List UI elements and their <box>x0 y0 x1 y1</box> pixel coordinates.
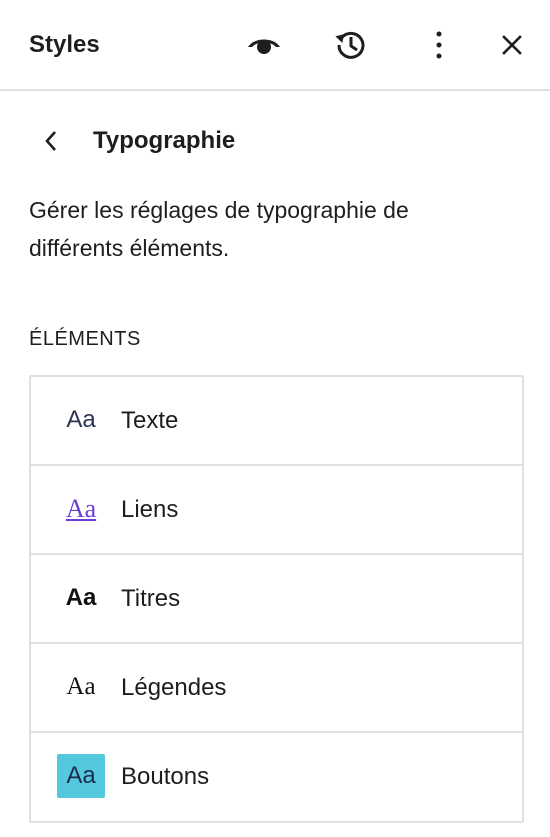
elements-list: Aa Texte Aa Liens Aa Titres Aa Légendes … <box>29 375 524 823</box>
back-button[interactable] <box>29 118 73 164</box>
typography-preview: Aa <box>65 584 97 611</box>
close-icon <box>502 35 522 55</box>
elements-heading: Éléments <box>29 328 141 350</box>
history-icon <box>335 31 365 59</box>
more-options-button[interactable] <box>419 25 459 65</box>
navigator-header: Typographie <box>29 118 529 164</box>
panel-title: Styles <box>29 31 100 58</box>
element-label: Liens <box>121 496 179 523</box>
close-button[interactable] <box>492 25 532 65</box>
element-label: Légendes <box>121 674 227 701</box>
screen-description: Gérer les réglages de typographie de dif… <box>29 197 409 261</box>
typography-preview: Aa <box>66 673 96 700</box>
element-item-captions[interactable]: Aa Légendes <box>31 644 522 733</box>
element-label: Titres <box>121 585 181 612</box>
more-vertical-icon <box>436 31 442 59</box>
typography-preview: Aa <box>57 754 105 798</box>
typography-preview: Aa <box>65 494 97 523</box>
eye-icon <box>248 39 280 54</box>
element-item-links[interactable]: Aa Liens <box>31 466 522 555</box>
element-label: Texte <box>121 407 179 434</box>
element-item-text[interactable]: Aa Texte <box>31 377 522 466</box>
styles-header: Styles <box>0 0 550 91</box>
element-item-headings[interactable]: Aa Titres <box>31 555 522 644</box>
typography-preview: Aa <box>66 406 96 433</box>
chevron-left-icon <box>45 131 56 151</box>
element-item-buttons[interactable]: Aa Boutons <box>31 733 522 821</box>
style-book-button[interactable] <box>244 25 284 65</box>
revisions-button[interactable] <box>331 25 371 65</box>
screen-title: Typographie <box>93 127 236 154</box>
element-label: Boutons <box>121 763 210 790</box>
